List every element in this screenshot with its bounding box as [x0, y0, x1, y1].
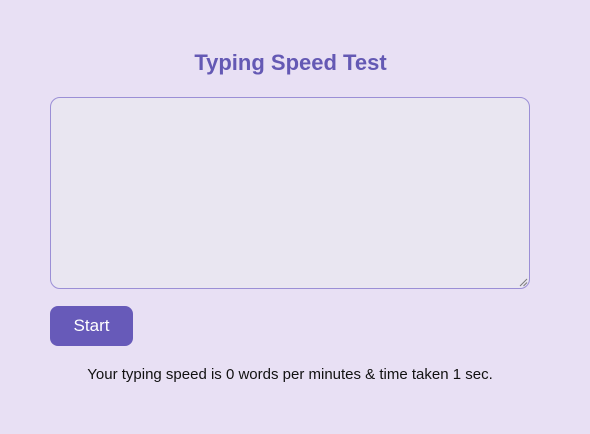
result-text: Your typing speed is 0 words per minutes…	[87, 366, 493, 383]
typing-textarea[interactable]	[50, 97, 530, 289]
resize-grip-icon[interactable]	[519, 278, 528, 287]
start-button[interactable]: Start	[50, 306, 133, 346]
page-title: Typing Speed Test	[194, 50, 387, 75]
